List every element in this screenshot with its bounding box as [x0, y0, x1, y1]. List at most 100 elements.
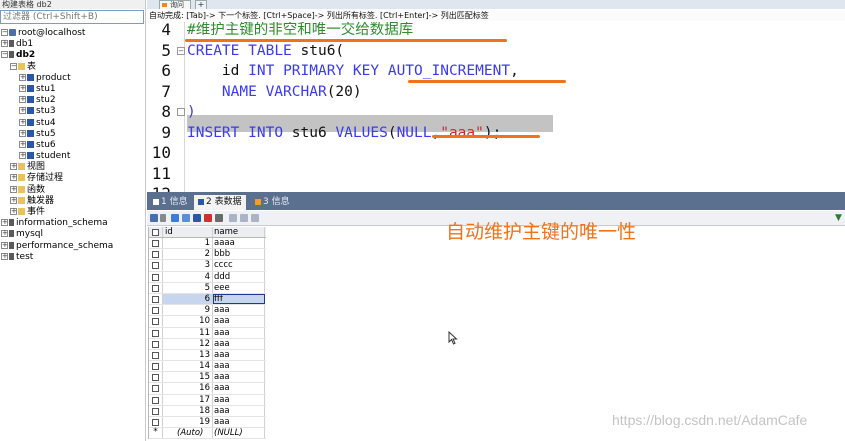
expand-icon[interactable]: +	[1, 40, 8, 48]
row-checkbox[interactable]	[149, 271, 163, 282]
row-checkbox[interactable]	[149, 417, 163, 428]
collapse-icon[interactable]: −	[1, 51, 8, 59]
save-icon[interactable]	[193, 214, 201, 222]
refresh-icon[interactable]	[215, 214, 223, 222]
expand-icon[interactable]: +	[19, 152, 26, 160]
table-row[interactable]: 1 aaaa	[149, 238, 266, 250]
cell-id[interactable]: 1	[163, 238, 213, 249]
collapse-icon[interactable]: −	[1, 29, 8, 36]
expand-icon[interactable]: +	[10, 185, 17, 193]
cell-id[interactable]: 11	[163, 327, 213, 338]
tree-node[interactable]: + 事件	[0, 207, 145, 218]
insert-row-icon[interactable]	[171, 214, 179, 222]
expand-icon[interactable]: +	[19, 107, 26, 115]
expand-icon[interactable]: +	[19, 118, 26, 126]
row-checkbox[interactable]	[149, 260, 163, 271]
duplicate-row-icon[interactable]	[182, 214, 190, 222]
tree-node[interactable]: + 触发器	[0, 196, 145, 207]
row-checkbox[interactable]	[149, 405, 163, 416]
table-row[interactable]: 18 aaa	[149, 405, 266, 417]
tree-node[interactable]: + student	[0, 151, 145, 162]
cell-name[interactable]: aaa	[213, 338, 265, 349]
table-row[interactable]: 19 aaa	[149, 417, 266, 429]
result-tab[interactable]: 2 表数据	[194, 195, 246, 210]
tree-node[interactable]: + test	[0, 252, 145, 263]
table-row[interactable]: 16 aaa	[149, 383, 266, 395]
row-checkbox[interactable]	[149, 305, 163, 316]
new-row[interactable]: * (Auto) (NULL)	[149, 428, 266, 440]
table-row[interactable]: 5 eee	[149, 282, 266, 294]
tree-node[interactable]: + 存储过程	[0, 173, 145, 184]
tree-node[interactable]: + stu5	[0, 129, 145, 140]
cell-name[interactable]: aaa	[213, 361, 265, 372]
delete-icon[interactable]	[204, 214, 212, 222]
table-row[interactable]: 2 bbb	[149, 249, 266, 261]
cell-name[interactable]: aaa	[213, 394, 265, 405]
row-checkbox[interactable]	[149, 383, 163, 394]
fold-marker-icon[interactable]	[177, 108, 185, 116]
row-checkbox[interactable]	[149, 394, 163, 405]
fold-marker-icon[interactable]: −	[177, 46, 185, 55]
expand-icon[interactable]: +	[19, 96, 26, 104]
table-row[interactable]: 14 aaa	[149, 361, 266, 373]
tree-node[interactable]: − db2	[0, 50, 145, 61]
grid-view-icon[interactable]	[150, 214, 158, 222]
row-checkbox[interactable]	[149, 238, 163, 249]
tab-query[interactable]: 询问	[159, 0, 191, 9]
tree-node[interactable]: + stu3	[0, 106, 145, 117]
table-row[interactable]: 3 cccc	[149, 260, 266, 272]
cell-name[interactable]: aaa	[213, 405, 265, 416]
cell-id[interactable]: 3	[163, 260, 213, 271]
table-row[interactable]: 11 aaa	[149, 327, 266, 339]
expand-icon[interactable]: +	[1, 219, 8, 227]
cell-name[interactable]: aaa	[213, 305, 265, 316]
expand-icon[interactable]: +	[10, 196, 17, 204]
cell-id[interactable]: 5	[163, 282, 213, 293]
result-tab[interactable]: 1 信息	[149, 195, 192, 210]
expand-icon[interactable]: +	[1, 252, 8, 260]
expand-icon[interactable]: +	[1, 230, 8, 238]
table-row[interactable]: 10 aaa	[149, 316, 266, 328]
expand-icon[interactable]: +	[19, 84, 26, 92]
cell-name[interactable]: aaaa	[213, 238, 265, 249]
result-grid[interactable]: id name 1 aaaa 2 bbb 3 cccc 4 ddd 5 eee 6 fff 9 aaa 10…	[148, 227, 266, 440]
cell-id[interactable]: (Auto)	[163, 428, 213, 439]
table-row[interactable]: 12 aaa	[149, 338, 266, 350]
cell-name[interactable]: ddd	[213, 271, 265, 282]
text-mode-icon[interactable]	[251, 214, 259, 222]
row-checkbox[interactable]	[149, 349, 163, 361]
expand-icon[interactable]: +	[19, 129, 26, 137]
row-checkbox[interactable]	[149, 361, 163, 372]
expand-icon[interactable]: +	[19, 140, 26, 148]
cell-id[interactable]: 13	[163, 349, 213, 361]
tree-node[interactable]: + product	[0, 73, 145, 84]
tree-node[interactable]: + stu4	[0, 118, 145, 129]
tree-node[interactable]: + 视图	[0, 162, 145, 173]
cell-id[interactable]: 6	[163, 293, 213, 305]
expand-icon[interactable]: +	[10, 208, 17, 215]
cell-id[interactable]: 16	[163, 383, 213, 394]
cell-id[interactable]: 18	[163, 405, 213, 416]
cell-id[interactable]: 2	[163, 249, 213, 260]
tree-node[interactable]: + db1	[0, 39, 145, 50]
cell-name[interactable]: fff	[213, 293, 265, 305]
expand-icon[interactable]: +	[19, 73, 26, 81]
row-checkbox[interactable]	[149, 293, 163, 305]
table-row[interactable]: 6 fff	[149, 293, 266, 306]
table-row[interactable]: 9 aaa	[149, 305, 266, 317]
cell-id[interactable]: 15	[163, 372, 213, 383]
tree-node[interactable]: + stu2	[0, 95, 145, 106]
tree-node[interactable]: − 表	[0, 62, 145, 73]
column-header-id[interactable]: id	[163, 227, 213, 237]
table-row[interactable]: 4 ddd	[149, 271, 266, 283]
cell-name[interactable]: cccc	[213, 260, 265, 271]
table-row[interactable]: 13 aaa	[149, 349, 266, 362]
column-header-name[interactable]: name	[213, 227, 265, 237]
tree-node[interactable]: + stu1	[0, 84, 145, 95]
tree-node[interactable]: + performance_schema	[0, 241, 145, 252]
cell-id[interactable]: 12	[163, 338, 213, 349]
expand-icon[interactable]: +	[10, 163, 17, 171]
cell-name[interactable]: aaa	[213, 372, 265, 383]
cell-name[interactable]: eee	[213, 282, 265, 293]
sql-editor[interactable]: 456789101112 − #维护主键的非空和唯一交给数据库 CREATE TAB…	[147, 22, 845, 192]
